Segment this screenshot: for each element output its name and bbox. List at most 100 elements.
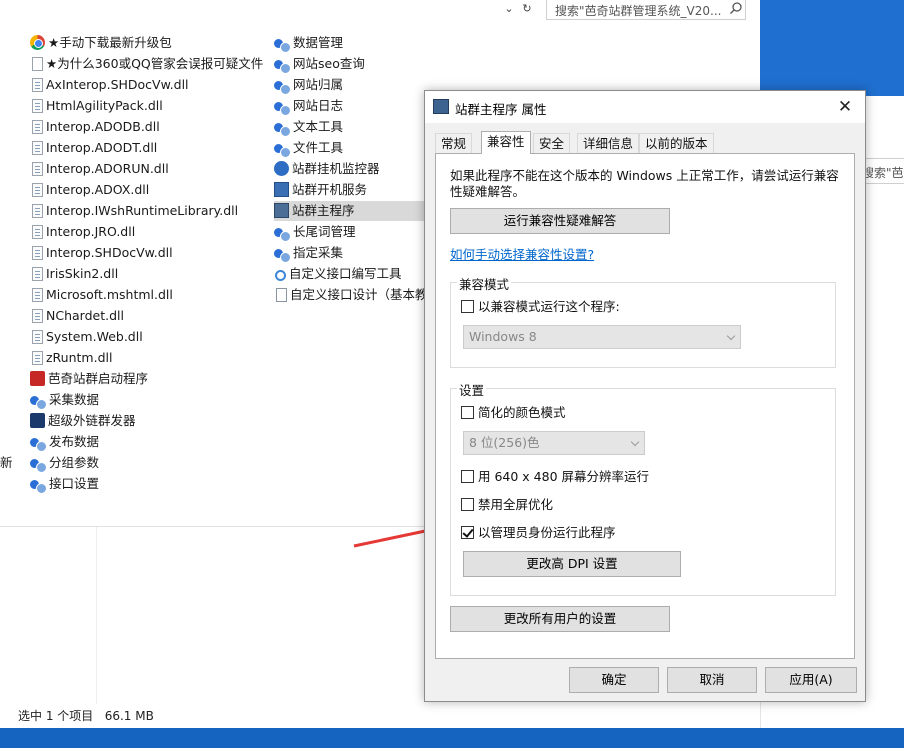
checkmark-icon[interactable]: [461, 526, 474, 539]
tab-compatibility[interactable]: 兼容性: [481, 131, 531, 154]
settings-group: 设置 简化的颜色模式 8 位(256)色 用 640 x 480 屏幕分辨率运行…: [450, 380, 836, 596]
checkbox-icon[interactable]: [461, 498, 474, 511]
app-icon: [274, 101, 291, 116]
file-item[interactable]: IrisSkin2.dll: [30, 264, 118, 284]
file-item[interactable]: Microsoft.mshtml.dll: [30, 285, 173, 305]
divider: [96, 527, 97, 704]
file-item[interactable]: 站群挂机监控器: [274, 159, 424, 179]
file-item[interactable]: Interop.SHDocVw.dll: [30, 243, 173, 263]
tab-general[interactable]: 常规: [435, 133, 473, 153]
file-item[interactable]: Interop.IWshRuntimeLibrary.dll: [30, 201, 238, 221]
file-item[interactable]: NChardet.dll: [30, 306, 124, 326]
file-item[interactable]: AxInterop.SHDocVw.dll: [30, 75, 189, 95]
properties-dialog: 站群主程序 属性 ✕ 常规 兼容性 安全 详细信息 以前的版本 如果此程序不能在…: [424, 90, 866, 702]
file-item[interactable]: 网站seo查询: [274, 54, 424, 74]
file-item[interactable]: 文本工具: [274, 117, 424, 137]
compat-mode-checkbox[interactable]: 以兼容模式运行这个程序:: [461, 299, 620, 315]
manual-settings-link[interactable]: 如何手动选择兼容性设置?: [450, 244, 594, 263]
file-item[interactable]: 发布数据: [30, 432, 99, 452]
app-window-icon: [433, 99, 449, 114]
file-item[interactable]: Interop.ADODB.dll: [30, 117, 160, 137]
file-item[interactable]: 自定义接口设计（基本教: [274, 285, 428, 305]
tab-previous-versions[interactable]: 以前的版本: [639, 133, 714, 153]
compatibility-panel: 如果此程序不能在这个版本的 Windows 上正常工作，请尝试运行兼容性疑难解答…: [435, 153, 855, 659]
app-icon: [274, 122, 291, 137]
checkbox-icon[interactable]: [461, 406, 474, 419]
arrow-app-icon: [30, 413, 45, 428]
file-name: 自定义接口编写工具: [289, 266, 402, 281]
file-name: 数据管理: [293, 35, 344, 50]
file-name: 文本工具: [293, 119, 344, 134]
res-640-label: 用 640 x 480 屏幕分辨率运行: [478, 469, 650, 484]
change-all-users-button[interactable]: 更改所有用户的设置: [450, 606, 670, 632]
close-icon[interactable]: ✕: [835, 97, 855, 117]
file-item[interactable]: 采集数据: [30, 390, 99, 410]
selection-size: 66.1 MB: [104, 709, 154, 723]
file-item[interactable]: 自定义接口编写工具: [274, 264, 424, 284]
dll-icon: [32, 330, 43, 344]
file-item[interactable]: 文件工具: [274, 138, 424, 158]
file-name: Interop.IWshRuntimeLibrary.dll: [46, 203, 239, 218]
file-item[interactable]: 指定采集: [274, 243, 424, 263]
file-item[interactable]: 数据管理: [274, 33, 424, 53]
file-item[interactable]: 超级外链群发器: [30, 411, 136, 431]
reduced-color-label: 简化的颜色模式: [478, 405, 566, 420]
res-640-checkbox[interactable]: 用 640 x 480 屏幕分辨率运行: [461, 469, 649, 485]
tab-security[interactable]: 安全: [533, 133, 571, 153]
file-name: 长尾词管理: [293, 224, 356, 239]
file-item[interactable]: 站群主程序: [274, 201, 424, 221]
text-file-icon: [32, 57, 43, 71]
file-name: 指定采集: [293, 245, 344, 260]
apply-button[interactable]: 应用(A): [765, 667, 857, 693]
dll-icon: [32, 309, 43, 323]
tab-details[interactable]: 详细信息: [577, 133, 640, 153]
ok-button[interactable]: 确定: [569, 667, 659, 693]
taskbar: [0, 728, 904, 748]
chevron-down-icon: [630, 437, 640, 447]
dll-icon: [32, 246, 43, 260]
file-name: Interop.ADORUN.dll: [46, 161, 169, 176]
file-item[interactable]: 网站归属: [274, 75, 424, 95]
app-icon: [274, 38, 291, 53]
checkbox-icon[interactable]: [461, 300, 474, 313]
file-item[interactable]: 长尾词管理: [274, 222, 424, 242]
file-item[interactable]: Interop.ADODT.dll: [30, 138, 157, 158]
file-item[interactable]: 分组参数: [30, 453, 99, 473]
file-name: ★手动下载最新升级包: [48, 35, 172, 50]
file-name: Microsoft.mshtml.dll: [46, 287, 173, 302]
troubleshooter-button[interactable]: 运行兼容性疑难解答: [450, 208, 670, 234]
cancel-button[interactable]: 取消: [667, 667, 757, 693]
file-item[interactable]: 网站日志: [274, 96, 424, 116]
file-item[interactable]: ★手动下载最新升级包: [30, 33, 172, 53]
dll-icon: [32, 288, 43, 302]
search-input[interactable]: 搜索"芭奇站群管理系统_V20...: [546, 0, 746, 20]
dropdown-chevron-icon[interactable]: ⌄: [500, 0, 518, 20]
service-icon: [274, 182, 289, 197]
file-name: 接口设置: [49, 476, 100, 491]
os-version-select[interactable]: Windows 8: [463, 325, 741, 349]
run-as-admin-checkbox[interactable]: 以管理员身份运行此程序: [461, 525, 616, 541]
refresh-icon[interactable]: ↻: [518, 0, 536, 20]
file-item[interactable]: System.Web.dll: [30, 327, 143, 347]
file-name: Interop.SHDocVw.dll: [46, 245, 173, 260]
file-item[interactable]: Interop.ADORUN.dll: [30, 159, 169, 179]
file-item[interactable]: 站群开机服务: [274, 180, 424, 200]
file-item[interactable]: Interop.ADOX.dll: [30, 180, 149, 200]
checkbox-icon[interactable]: [461, 470, 474, 483]
globe-icon: [274, 161, 289, 176]
file-item[interactable]: 芭奇站群启动程序: [30, 369, 148, 389]
reduced-color-checkbox[interactable]: 简化的颜色模式: [461, 405, 566, 421]
change-dpi-button[interactable]: 更改高 DPI 设置: [463, 551, 681, 577]
file-name: System.Web.dll: [46, 329, 143, 344]
dll-icon: [32, 78, 43, 92]
file-item[interactable]: Interop.JRO.dll: [30, 222, 135, 242]
file-item[interactable]: zRuntm.dll: [30, 348, 112, 368]
color-depth-select[interactable]: 8 位(256)色: [463, 431, 645, 455]
disable-fullscreen-checkbox[interactable]: 禁用全屏优化: [461, 497, 553, 513]
file-item[interactable]: 接口设置: [30, 474, 99, 494]
search-icon[interactable]: [729, 1, 743, 15]
file-item[interactable]: ★为什么360或QQ管家会误报可疑文件: [30, 54, 263, 74]
file-item[interactable]: HtmlAgilityPack.dll: [30, 96, 163, 116]
dll-icon: [32, 99, 43, 113]
dialog-titlebar[interactable]: 站群主程序 属性 ✕: [425, 91, 865, 123]
